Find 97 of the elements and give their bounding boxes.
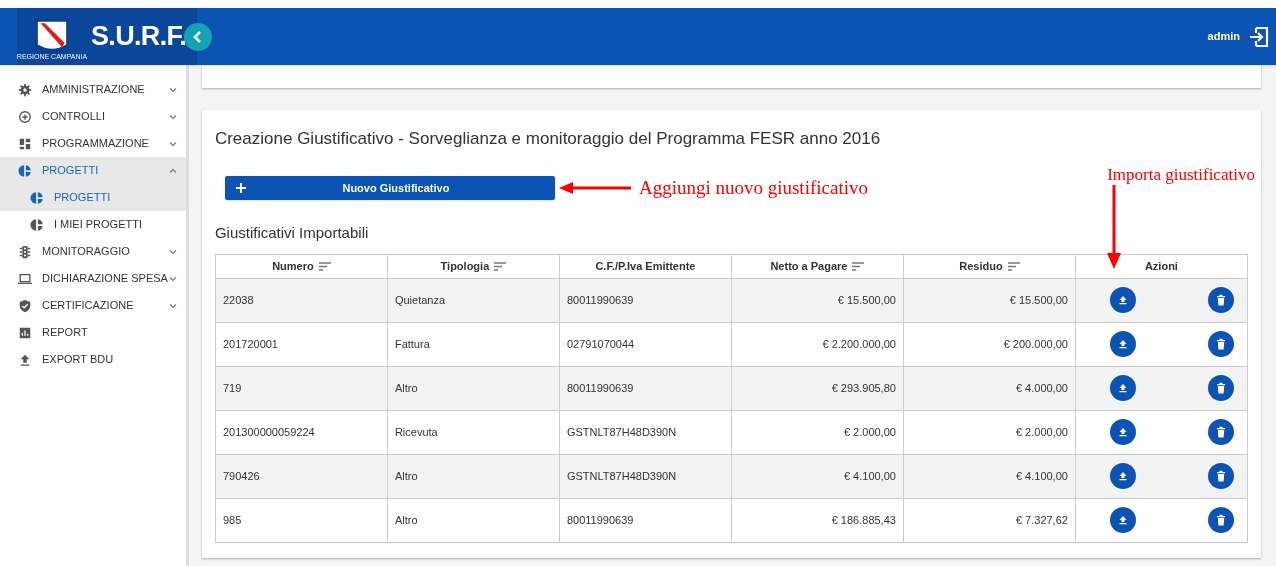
column-header[interactable]: Residuo — [903, 254, 1076, 278]
app-name: S.U.R.F. — [91, 20, 187, 54]
table-cell: 80011990639 — [559, 278, 732, 322]
trash-icon — [1215, 382, 1226, 394]
table-cell: Ricevuta — [387, 410, 560, 454]
card-title: Creazione Giustificativo - Sorveglianza e monitoraggio del Programma FESR anno 2016 — [214, 128, 882, 150]
upload-icon — [1117, 427, 1128, 437]
table-title: Giustificativi Importabili — [214, 223, 370, 243]
column-header[interactable]: Tipologia — [387, 254, 560, 278]
trash-icon — [1215, 426, 1226, 438]
delete-button[interactable] — [1207, 375, 1234, 401]
table-cell: GSTNLT87H48D390N — [559, 410, 732, 454]
table-cell: 02791070044 — [559, 322, 732, 366]
table-cell: € 4.100,00 — [903, 454, 1076, 498]
table-cell: € 2.000,00 — [903, 410, 1076, 454]
trash-icon — [1215, 294, 1226, 306]
sidebar-item[interactable]: DICHIARAZIONE SPESA — [0, 265, 186, 292]
table-cell: € 186.885,43 — [731, 498, 904, 542]
table-cell: € 15.500,00 — [903, 278, 1076, 322]
table-cell: € 15.500,00 — [731, 278, 904, 322]
table-cell: Altro — [387, 366, 560, 410]
sidebar-item[interactable]: MONITORAGGIO — [0, 238, 186, 265]
trash-icon — [1215, 338, 1226, 350]
table-cell: € 200.000,00 — [903, 322, 1076, 366]
table-cell: GSTNLT87H48D390N — [559, 454, 732, 498]
sidebar-item[interactable]: CONTROLLI — [0, 103, 186, 130]
laptop-icon — [18, 271, 32, 286]
flag-icon — [35, 18, 69, 53]
table-cell: 985 — [215, 498, 388, 542]
trash-icon — [1215, 514, 1226, 526]
column-header: Azioni — [1075, 254, 1248, 278]
upload-icon — [1117, 339, 1128, 349]
import-button[interactable] — [1109, 463, 1136, 489]
table-cell: Altro — [387, 498, 560, 542]
table-cell: 201720001 — [215, 322, 388, 366]
table-cell: € 4.100,00 — [731, 454, 904, 498]
new-button[interactable]: Nuovo Giustificativo — [224, 175, 555, 200]
sidebar-item[interactable]: REPORT — [0, 319, 186, 346]
sort-icon[interactable] — [1007, 262, 1020, 272]
plus-icon — [234, 181, 247, 194]
upload-icon — [1117, 383, 1128, 393]
user-name: admin — [1207, 29, 1240, 45]
sidebar-item[interactable]: EXPORT BDU — [0, 346, 186, 373]
annotation-label: Aggiungi nuovo giustificativo — [638, 175, 868, 200]
table-cell: 790426 — [215, 454, 388, 498]
upload-icon — [1117, 515, 1128, 525]
upload-icon — [18, 352, 32, 367]
table-cell: 22038 — [215, 278, 388, 322]
pie-chart-icon — [30, 190, 44, 205]
shield-check-icon — [18, 298, 32, 313]
plus-circle-icon — [18, 109, 32, 124]
import-button[interactable] — [1109, 331, 1136, 357]
sort-icon[interactable] — [852, 262, 865, 272]
sidebar-item[interactable]: PROGETTI — [0, 157, 186, 184]
sort-icon[interactable] — [318, 262, 331, 272]
import-button[interactable] — [1109, 375, 1136, 401]
collapse-button[interactable] — [184, 22, 212, 51]
delete-button[interactable] — [1207, 287, 1234, 313]
table-cell: 719 — [215, 366, 388, 410]
trash-icon — [1215, 470, 1226, 482]
table-cell: € 2.200.000,00 — [731, 322, 904, 366]
sort-icon[interactable] — [494, 262, 507, 272]
dashboard-icon — [18, 136, 32, 151]
pie-chart-icon — [18, 163, 32, 178]
sidebar-subitem[interactable]: PROGETTI — [0, 184, 186, 211]
column-header[interactable]: Numero — [215, 254, 388, 278]
import-button[interactable] — [1109, 287, 1136, 313]
column-header[interactable]: Netto a Pagare — [731, 254, 904, 278]
table-cell: € 7.327,62 — [903, 498, 1076, 542]
table-cell: € 293.905,80 — [731, 366, 904, 410]
column-header: C.F./P.Iva Emittente — [559, 254, 732, 278]
bar-chart-icon — [18, 325, 32, 340]
upload-icon — [1117, 471, 1128, 481]
traffic-light-icon — [18, 244, 32, 259]
import-button[interactable] — [1109, 419, 1136, 445]
sidebar-subitem[interactable]: I MIEI PROGETTI — [0, 211, 186, 238]
table-cell: Fattura — [387, 322, 560, 366]
sidebar-item[interactable]: CERTIFICAZIONE — [0, 292, 186, 319]
table-cell: 80011990639 — [559, 498, 732, 542]
sidebar-item[interactable]: AMMINISTRAZIONE — [0, 76, 186, 103]
delete-button[interactable] — [1207, 331, 1234, 357]
table-cell: 80011990639 — [559, 366, 732, 410]
pie-chart-icon — [30, 217, 44, 232]
delete-button[interactable] — [1207, 507, 1234, 533]
table-cell: Altro — [387, 454, 560, 498]
table-cell: € 4.000,00 — [903, 366, 1076, 410]
sidebar-item[interactable]: PROGRAMMAZIONE — [0, 130, 186, 157]
gear-icon — [18, 82, 32, 97]
delete-button[interactable] — [1207, 419, 1234, 445]
import-button[interactable] — [1109, 507, 1136, 533]
table-cell: 201300000059224 — [215, 410, 388, 454]
table-cell: € 2.000,00 — [731, 410, 904, 454]
table-cell: Quietanza — [387, 278, 560, 322]
logout-icon[interactable] — [1248, 25, 1270, 48]
annotation-label: Importa giustificativo — [1107, 164, 1255, 186]
delete-button[interactable] — [1207, 463, 1234, 489]
upload-icon — [1117, 295, 1128, 305]
